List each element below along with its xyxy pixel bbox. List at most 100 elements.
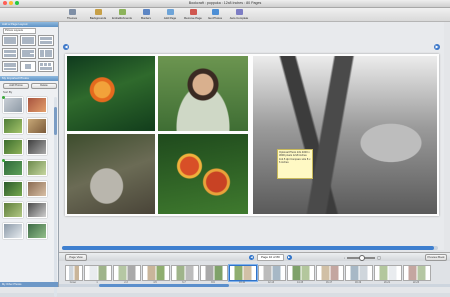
remove-page-icon (189, 9, 197, 15)
sidebar-scroll-thumb[interactable] (54, 107, 57, 135)
sidebar: Add a Page Layout Picture Layouts My Imp… (0, 22, 59, 297)
photo-thumbnail[interactable] (27, 181, 47, 197)
app-window: Bookcraft : poppuka : 12x8 Inches : 80 P… (0, 0, 450, 297)
photo-thumbnail[interactable] (27, 223, 47, 239)
photo-thumbnail[interactable] (27, 118, 47, 134)
remove-page-label: Remove Page (184, 16, 202, 20)
previous-spread-button[interactable]: ◀ (63, 44, 69, 50)
canvas-scroll-thumb[interactable] (62, 246, 435, 250)
auto-complete-button[interactable]: Auto Complete (227, 9, 251, 21)
layout-option[interactable] (2, 61, 18, 72)
photo-info-tooltip: Optional Photo Info 4000 x 3000 pixels 1… (277, 149, 313, 179)
photos-header: My Imported Photos (0, 76, 58, 81)
photo-slot-tree-trunk[interactable] (253, 56, 437, 214)
other-photos-footer[interactable]: My Other Photos (0, 282, 58, 287)
delete-photos-button[interactable]: Delete (31, 83, 57, 89)
layout-option[interactable] (20, 61, 36, 72)
photo-thumbnail[interactable] (3, 223, 23, 239)
get-photos-button[interactable]: Get Photos (203, 9, 227, 21)
filmstrip-scroll-thumb[interactable] (99, 284, 229, 287)
filmstrip-page[interactable] (374, 265, 402, 281)
photo-thumbnail[interactable] (3, 118, 23, 134)
get-photos-label: Get Photos (208, 16, 222, 20)
themes-icon (68, 9, 76, 15)
photo-thumbnail[interactable] (2, 96, 23, 113)
next-spread-button[interactable]: ▶ (434, 44, 440, 50)
page-view-button[interactable]: Page View (65, 254, 87, 261)
filmstrip-scrollbar[interactable] (59, 284, 450, 287)
layout-option[interactable] (38, 48, 54, 59)
add-page-button[interactable]: Add Page (158, 9, 182, 21)
photo-actions: Add Photos Delete (3, 83, 57, 89)
page-navigator: ◀ Page 10 of 80 ▶ (249, 254, 292, 261)
layout-grid (2, 35, 56, 72)
page-indicator: Page 10 of 80 (257, 254, 284, 261)
filmstrip-page[interactable] (171, 265, 199, 281)
canvas-scrollbar[interactable] (62, 246, 438, 250)
layout-option[interactable] (20, 35, 36, 46)
layout-option[interactable] (2, 35, 18, 46)
embellishments-label: Embellishments (112, 16, 132, 20)
add-page-label: Add Page (163, 16, 177, 20)
book-spread (65, 54, 439, 216)
layout-option[interactable] (20, 48, 36, 59)
filmstrip-page[interactable] (258, 265, 286, 281)
layouts-header: Add a Page Layout (0, 22, 58, 27)
themes-label: Themes (66, 16, 78, 20)
zoom-control: ▫ ▢ (344, 254, 381, 261)
layout-type-select[interactable]: Picture Layouts (3, 28, 36, 34)
photo-slot-rocks[interactable] (67, 134, 155, 214)
photo-thumbnail[interactable] (2, 159, 23, 176)
filmstrip-page[interactable] (345, 265, 373, 281)
backgrounds-button[interactable]: Backgrounds (86, 9, 110, 21)
title-bar: Bookcraft : poppuka : 12x8 Inches : 80 P… (0, 0, 450, 8)
sort-by-label[interactable]: Sort By (3, 90, 12, 94)
zoom-in-icon[interactable]: ▢ (377, 255, 381, 260)
photo-thumbnail-list (2, 96, 53, 239)
zoom-slider[interactable] (347, 254, 376, 261)
filmstrip-page[interactable] (113, 265, 141, 281)
preview-book-button[interactable]: Preview Book (425, 254, 447, 261)
next-page-icon[interactable]: ▶ (286, 255, 292, 260)
photo-thumbnail[interactable] (3, 202, 23, 218)
zoom-slider-knob[interactable] (359, 254, 366, 261)
themes-button[interactable]: Themes (60, 9, 84, 21)
used-check-icon (2, 96, 5, 99)
remove-page-button[interactable]: Remove Page (181, 9, 205, 21)
borders-button[interactable]: Borders (134, 9, 158, 21)
embellishments-icon (118, 9, 126, 15)
layout-option[interactable] (38, 35, 54, 46)
embellishments-button[interactable]: Embellishments (110, 9, 134, 21)
photo-slot-coleus[interactable] (158, 134, 248, 214)
photo-thumbnail[interactable] (3, 181, 23, 197)
previous-page-icon[interactable]: ◀ (249, 255, 254, 260)
photo-thumbnail[interactable] (3, 139, 23, 155)
window-title: Bookcraft : poppuka : 12x8 Inches : 80 P… (188, 1, 262, 5)
filmstrip-page[interactable] (142, 265, 170, 281)
filmstrip-page[interactable] (403, 265, 431, 281)
zoom-out-icon[interactable]: ▫ (344, 256, 345, 260)
add-page-icon (166, 9, 174, 15)
page-canvas: ◀ ▶ Optional Photo Info 4000 x 3000 pixe… (59, 22, 444, 250)
filmstrip-page[interactable] (229, 265, 257, 281)
add-photos-button[interactable]: Add Photos (3, 83, 29, 89)
photo-slot-portrait[interactable] (158, 56, 248, 131)
photo-thumbnail[interactable] (27, 97, 47, 113)
filmstrip-page[interactable] (316, 265, 344, 281)
sidebar-scrollbar[interactable] (54, 97, 57, 297)
photo-thumbnail[interactable] (27, 202, 47, 218)
borders-icon (142, 9, 150, 15)
auto-complete-label: Auto Complete (229, 16, 249, 20)
filmstrip-page[interactable] (200, 265, 228, 281)
page-filmstrip: Cover 1 2-3 4-5 6-7 8-9 10-11 12-13 14-15 16-17 18… (59, 261, 450, 287)
photo-thumbnail[interactable] (27, 160, 47, 176)
filmstrip-page[interactable] (287, 265, 315, 281)
filmstrip-page[interactable] (84, 265, 112, 281)
layout-option[interactable] (38, 61, 54, 72)
filmstrip-page[interactable] (65, 265, 83, 281)
backgrounds-icon (94, 9, 102, 15)
backgrounds-label: Backgrounds (89, 16, 107, 20)
photo-thumbnail[interactable] (27, 139, 47, 155)
photo-slot-flowers[interactable] (67, 56, 155, 131)
layout-option[interactable] (2, 48, 18, 59)
